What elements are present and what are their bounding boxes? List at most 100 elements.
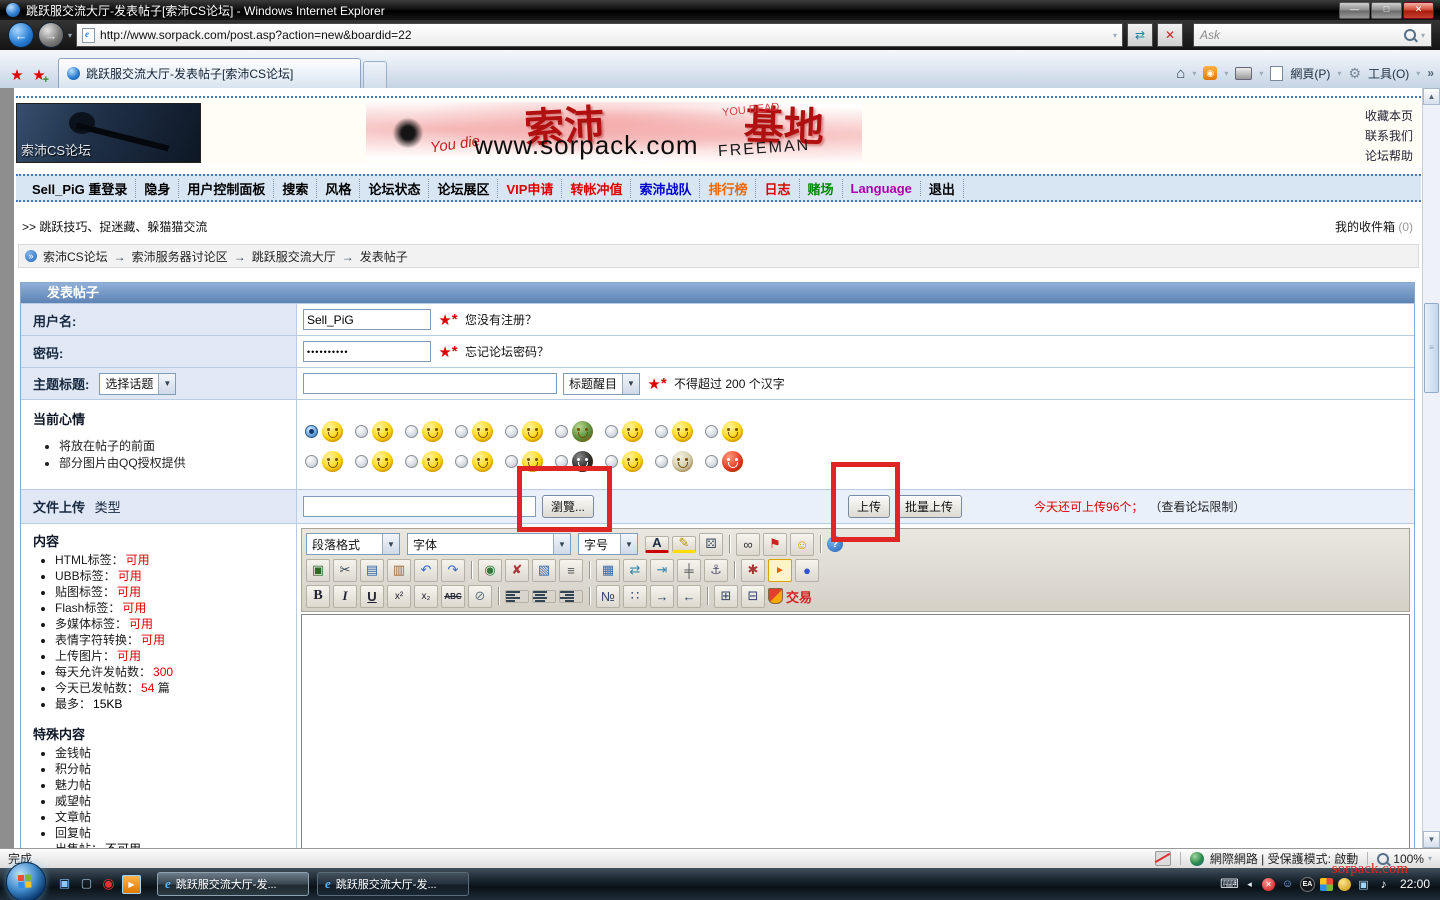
maximize-button[interactable]: □	[1371, 2, 1402, 19]
media-player-icon[interactable]: ◉	[100, 875, 117, 892]
emoticon-option-hammer-fight[interactable]	[655, 449, 705, 474]
banner-link[interactable]: 论坛帮助	[1365, 146, 1413, 166]
banner-link[interactable]: 收藏本页	[1365, 106, 1413, 126]
rss-dropdown-icon[interactable]	[1224, 69, 1228, 78]
copy-icon[interactable]: ▤	[360, 559, 384, 582]
font-family-select[interactable]: 字体	[407, 533, 571, 555]
chevron-down-icon[interactable]	[553, 534, 570, 554]
emoticon-option-frown[interactable]	[605, 449, 655, 474]
emoticon-radio[interactable]	[305, 455, 318, 468]
nav-item[interactable]: Language	[843, 181, 921, 196]
trade-button[interactable]: 交易	[786, 586, 812, 607]
anchor-icon[interactable]: ⚓	[704, 559, 728, 582]
stop-button[interactable]	[1157, 23, 1183, 47]
forum-logo-image[interactable]: 索沛CS论坛	[16, 103, 201, 163]
inbox-link[interactable]: 我的收件箱	[1335, 220, 1395, 234]
password-hint[interactable]: 忘记论坛密码？	[465, 343, 549, 360]
print-icon[interactable]	[1235, 67, 1252, 80]
align-right-button[interactable]	[559, 590, 583, 603]
gold-badge-icon[interactable]	[1338, 878, 1351, 891]
player-orange-icon[interactable]: ▶	[122, 875, 141, 894]
ea-icon[interactable]: EA	[1300, 877, 1315, 892]
close-button[interactable]: ✕	[1403, 2, 1434, 19]
emoticon-option-tongue[interactable]	[505, 419, 555, 444]
bold-button[interactable]: B	[306, 585, 330, 608]
address-dropdown-icon[interactable]	[1113, 31, 1117, 40]
post-body-textarea[interactable]	[301, 614, 1410, 848]
cut-icon[interactable]: ✂	[333, 559, 357, 582]
emoticon-option-snicker[interactable]	[355, 419, 405, 444]
quote-page-icon[interactable]: ⊞	[714, 585, 738, 608]
unordered-list-button[interactable]: ∷	[623, 585, 647, 608]
emoticon-radio[interactable]	[655, 425, 668, 438]
nav-item[interactable]: 用户控制面板	[179, 179, 274, 198]
emoticon-radio[interactable]	[405, 425, 418, 438]
ordered-list-button[interactable]: №	[596, 585, 620, 608]
refresh-button[interactable]	[1127, 23, 1153, 47]
history-dropdown-icon[interactable]	[68, 31, 72, 40]
show-desktop-icon[interactable]: ▢	[78, 875, 95, 892]
emoticon-radio[interactable]	[405, 455, 418, 468]
rss-icon[interactable]	[1203, 66, 1217, 80]
translate-icon[interactable]: ⚑	[763, 533, 787, 556]
chevron-down-icon[interactable]	[622, 374, 639, 394]
fullscreen-icon[interactable]: ▣	[306, 559, 330, 582]
path-item[interactable]: 索沛CS论坛	[43, 250, 108, 264]
title-input[interactable]	[303, 373, 557, 394]
vertical-scrollbar[interactable]	[1422, 88, 1440, 848]
italic-button[interactable]: I	[333, 585, 357, 608]
superscript-button[interactable]: x²	[387, 585, 411, 608]
nav-item[interactable]: 索沛战队	[631, 179, 700, 198]
media-icon[interactable]: ►	[768, 559, 792, 582]
username-hint[interactable]: 您没有注册？	[465, 311, 537, 328]
home-dropdown-icon[interactable]	[1192, 69, 1196, 78]
batch-upload-button[interactable]: 批量上传	[896, 495, 962, 518]
nav-item[interactable]: 退出	[921, 179, 964, 198]
nav-item[interactable]: 赌场	[800, 179, 843, 198]
tools-menu[interactable]: 工具(O)	[1368, 65, 1409, 82]
expand-tray-icon[interactable]: ◂	[1242, 877, 1257, 892]
forward-button[interactable]	[38, 22, 64, 48]
chevron-down-icon[interactable]	[158, 374, 175, 394]
scroll-down-button[interactable]	[1423, 831, 1440, 848]
tools-menu-dropdown-icon[interactable]	[1416, 69, 1420, 78]
page-menu-dropdown-icon[interactable]	[1337, 69, 1341, 78]
emoticon-option-wonder[interactable]	[305, 449, 355, 474]
nav-item[interactable]: 搜索	[274, 179, 317, 198]
emoticon-radio[interactable]	[705, 425, 718, 438]
volume-icon[interactable]: ♪	[1376, 877, 1391, 892]
security-alert-icon[interactable]: ✕	[1262, 878, 1275, 891]
title-style-select[interactable]: 标题醒目	[563, 373, 640, 395]
new-tab-stub[interactable]	[363, 61, 387, 88]
emoticon-option-doze[interactable]	[655, 419, 705, 444]
nav-item[interactable]: 日志	[756, 179, 799, 198]
tab-active[interactable]: 跳跃服交流大厅-发表帖子[索沛CS论坛]	[58, 58, 361, 88]
nav-item[interactable]: VIP申请	[498, 179, 562, 198]
indent-button[interactable]: →	[650, 585, 674, 608]
split-cell-icon[interactable]: ╪	[677, 559, 701, 582]
scroll-up-button[interactable]	[1423, 88, 1440, 105]
path-item[interactable]: 跳跃服交流大厅	[252, 250, 336, 264]
emoticon-option-cry[interactable]	[405, 449, 455, 474]
zoom-dropdown-icon[interactable]	[1428, 854, 1432, 863]
back-button[interactable]	[8, 22, 34, 48]
comment-icon[interactable]: ●	[795, 559, 819, 582]
nav-item[interactable]: 隐身	[136, 179, 179, 198]
emoticon-radio[interactable]	[355, 425, 368, 438]
emoticon-radio[interactable]	[705, 455, 718, 468]
emoticon-option-shock[interactable]	[605, 419, 655, 444]
gear-icon[interactable]	[1348, 65, 1361, 82]
trade-shield-icon[interactable]	[768, 588, 783, 604]
nav-item[interactable]: 风格	[317, 179, 360, 198]
emoticon-radio[interactable]	[605, 425, 618, 438]
insert-column-icon[interactable]: ⇥	[650, 559, 674, 582]
font-color-icon[interactable]: A	[645, 536, 669, 553]
find-icon[interactable]: ∞	[736, 533, 760, 556]
flash-icon[interactable]: ✱	[741, 559, 765, 582]
smiley-icon[interactable]: ☺	[790, 533, 814, 556]
eraser-button[interactable]: ⊘	[468, 585, 492, 608]
start-button[interactable]	[6, 862, 46, 900]
underline-button[interactable]: U	[360, 585, 384, 608]
password-input[interactable]	[303, 341, 431, 362]
paragraph-format-select[interactable]: 段落格式	[306, 533, 400, 555]
